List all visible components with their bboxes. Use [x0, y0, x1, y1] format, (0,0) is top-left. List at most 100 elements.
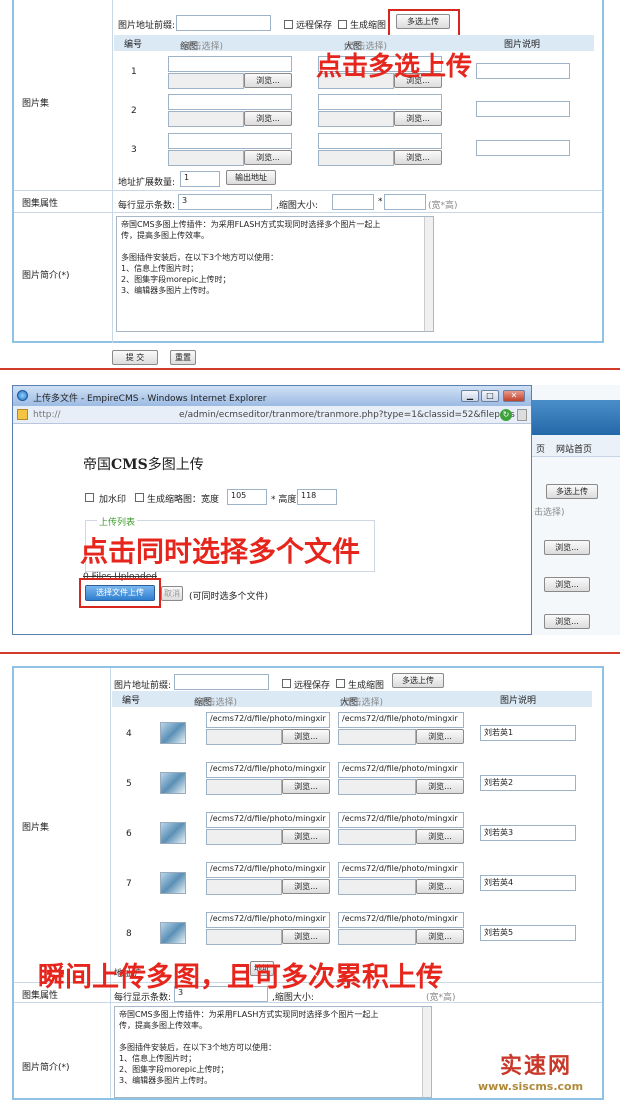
- watermark-label: 加水印: [99, 495, 127, 505]
- browse-button[interactable]: 浏览...: [282, 779, 330, 794]
- thumb-path-input[interactable]: /ecms72/d/file/photo/mingxir: [206, 912, 330, 928]
- big-file-input[interactable]: [318, 150, 394, 166]
- desc-input[interactable]: [476, 63, 570, 79]
- maximize-button[interactable]: □: [481, 390, 499, 402]
- photo-thumbnail-icon[interactable]: [160, 722, 186, 744]
- gen-thumb-checkbox-popup[interactable]: [135, 493, 144, 502]
- thumb-width-input[interactable]: [332, 194, 374, 210]
- browse-button[interactable]: 浏览...: [282, 729, 330, 744]
- thumb-file-input[interactable]: [206, 829, 282, 845]
- thumb-file-input[interactable]: [168, 73, 244, 89]
- thumb-file-input[interactable]: [206, 879, 282, 895]
- thumb-height-input[interactable]: [384, 194, 426, 210]
- browse-button[interactable]: 浏览...: [416, 829, 464, 844]
- big-file-input[interactable]: [338, 929, 416, 945]
- thumb-file-input[interactable]: [168, 150, 244, 166]
- thumb-height-input-popup[interactable]: 118: [297, 489, 337, 505]
- browse-button[interactable]: 浏览...: [394, 150, 442, 165]
- thumb-width-input-popup[interactable]: 105: [227, 489, 267, 505]
- annotation-select-multiple: 点击同时选择多个文件: [80, 535, 361, 568]
- row-number: 4: [126, 729, 132, 739]
- browse-button[interactable]: 浏览...: [282, 929, 330, 944]
- thumb-file-input[interactable]: [168, 111, 244, 127]
- gen-thumb-label: 生成缩图: [350, 21, 387, 31]
- big-file-input[interactable]: [338, 829, 416, 845]
- big-file-input[interactable]: [338, 729, 416, 745]
- big-file-input[interactable]: [338, 779, 416, 795]
- intro-label: 图片简介(*): [22, 271, 70, 281]
- desc-input[interactable]: 刘若英5: [480, 925, 576, 941]
- bg-nav-page: 页: [536, 445, 546, 455]
- address-bar[interactable]: http:// e/admin/ecmseditor/tranmore/tran…: [13, 406, 531, 424]
- thumb-input[interactable]: [168, 133, 292, 149]
- thumb-file-input[interactable]: [206, 729, 282, 745]
- desc-input[interactable]: [476, 140, 570, 156]
- cancel-upload-button[interactable]: 取消: [161, 586, 183, 601]
- browse-button[interactable]: 浏览...: [416, 779, 464, 794]
- page-icon: [17, 409, 28, 420]
- browse-button[interactable]: 浏览...: [394, 111, 442, 126]
- big-path-input[interactable]: /ecms72/d/file/photo/mingxir: [338, 812, 464, 828]
- thumb-file-input[interactable]: [206, 779, 282, 795]
- photo-thumbnail-icon[interactable]: [160, 822, 186, 844]
- big-path-input[interactable]: /ecms72/d/file/photo/mingxir: [338, 712, 464, 728]
- browse-button[interactable]: 浏览...: [244, 150, 292, 165]
- big-path-input[interactable]: /ecms72/d/file/photo/mingxir: [338, 862, 464, 878]
- thumb-path-input[interactable]: /ecms72/d/file/photo/mingxir: [206, 712, 330, 728]
- photo-thumbnail-icon[interactable]: [160, 922, 186, 944]
- thumb-path-input[interactable]: /ecms72/d/file/photo/mingxir: [206, 762, 330, 778]
- browse-button[interactable]: 浏览...: [416, 729, 464, 744]
- upload-list-title: 上传列表: [97, 515, 138, 528]
- browse-button[interactable]: 浏览...: [244, 73, 292, 88]
- big-input[interactable]: [318, 94, 442, 110]
- gen-thumb-checkbox[interactable]: [338, 20, 347, 29]
- remote-save-label-2: 远程保存: [294, 681, 331, 691]
- bg-nav-home: 网站首页: [556, 445, 593, 455]
- desc-input[interactable]: [476, 101, 570, 117]
- big-input[interactable]: [318, 133, 442, 149]
- thumb-file-input[interactable]: [206, 929, 282, 945]
- browse-button[interactable]: 浏览...: [282, 829, 330, 844]
- refresh-icon[interactable]: ↻: [500, 409, 512, 421]
- page-menu-icon[interactable]: [517, 409, 527, 421]
- multi-upload-button-2[interactable]: 多选上传: [392, 673, 444, 688]
- intro-textarea[interactable]: 帝国CMS多图上传插件：为采用FLASH方式实现同时选择多个图片一起上 传，提高…: [116, 216, 434, 332]
- output-address-button[interactable]: 输出地址: [226, 170, 276, 185]
- browse-button[interactable]: 浏览...: [244, 111, 292, 126]
- prefix-input-2[interactable]: [174, 674, 269, 690]
- big-path-input[interactable]: /ecms72/d/file/photo/mingxir: [338, 762, 464, 778]
- reset-button[interactable]: 重置: [170, 350, 196, 365]
- thumb-input[interactable]: [168, 94, 292, 110]
- thumb-size-label: ,缩图大小:: [276, 201, 318, 211]
- ext-count-input[interactable]: 1: [180, 171, 220, 187]
- browse-button[interactable]: 浏览...: [416, 929, 464, 944]
- minimize-button[interactable]: ▁: [461, 390, 479, 402]
- photo-thumbnail-icon[interactable]: [160, 772, 186, 794]
- desc-input[interactable]: 刘若英4: [480, 875, 576, 891]
- separator: [0, 652, 620, 654]
- intro-textarea-2[interactable]: 帝国CMS多图上传插件：为采用FLASH方式实现同时选择多个图片一起上 传，提高…: [114, 1006, 432, 1098]
- close-button[interactable]: ✕: [503, 390, 525, 402]
- gen-thumb-checkbox-2[interactable]: [336, 679, 345, 688]
- big-file-input[interactable]: [338, 879, 416, 895]
- desc-input[interactable]: 刘若英1: [480, 725, 576, 741]
- remote-save-checkbox[interactable]: [284, 20, 293, 29]
- big-path-input[interactable]: /ecms72/d/file/photo/mingxir: [338, 912, 464, 928]
- per-row-input[interactable]: 3: [178, 194, 272, 210]
- photo-thumbnail-icon[interactable]: [160, 872, 186, 894]
- ext-count-label: 地址扩展数量:: [118, 178, 176, 188]
- browse-button[interactable]: 浏览...: [282, 879, 330, 894]
- thumb-path-input[interactable]: /ecms72/d/file/photo/mingxir: [206, 862, 330, 878]
- prefix-label-2: 图片地址前缀:: [114, 681, 172, 691]
- browse-button[interactable]: 浏览...: [416, 879, 464, 894]
- desc-input[interactable]: 刘若英3: [480, 825, 576, 841]
- thumb-path-input[interactable]: /ecms72/d/file/photo/mingxir: [206, 812, 330, 828]
- remote-save-checkbox-2[interactable]: [282, 679, 291, 688]
- thumb-input[interactable]: [168, 56, 292, 72]
- desc-input[interactable]: 刘若英2: [480, 775, 576, 791]
- submit-button[interactable]: 提 交: [112, 350, 158, 365]
- watermark-checkbox[interactable]: [85, 493, 94, 502]
- big-file-input[interactable]: [318, 111, 394, 127]
- prefix-input[interactable]: [176, 15, 271, 31]
- address-url: e/admin/ecmseditor/tranmore/tranmore.php…: [179, 410, 515, 420]
